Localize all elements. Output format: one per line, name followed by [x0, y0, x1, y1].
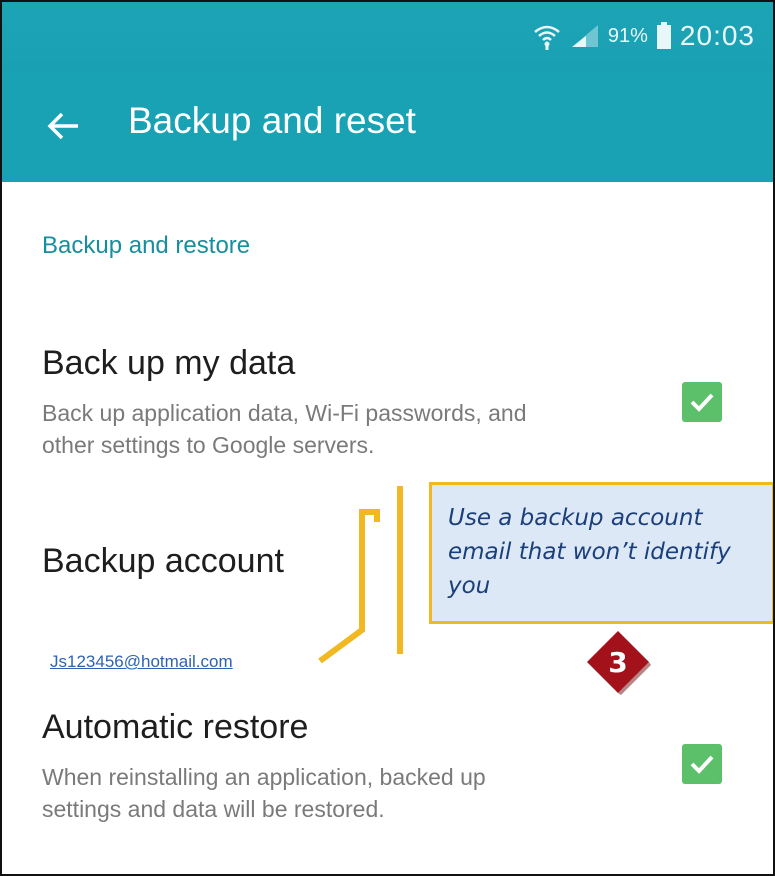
callout-line3: you [448, 573, 491, 599]
step-badge: 3 [587, 631, 651, 695]
annotation-callout: Use a backup account email that won’t id… [429, 482, 773, 624]
step-number: 3 [608, 646, 627, 679]
callout-connector [318, 486, 403, 664]
phone-screen: 91% 20:03 Backup and reset Backup and re… [0, 0, 775, 876]
callout-line1: Use a backup account [448, 505, 703, 531]
callout-line2: email that won’t identify [448, 539, 731, 565]
